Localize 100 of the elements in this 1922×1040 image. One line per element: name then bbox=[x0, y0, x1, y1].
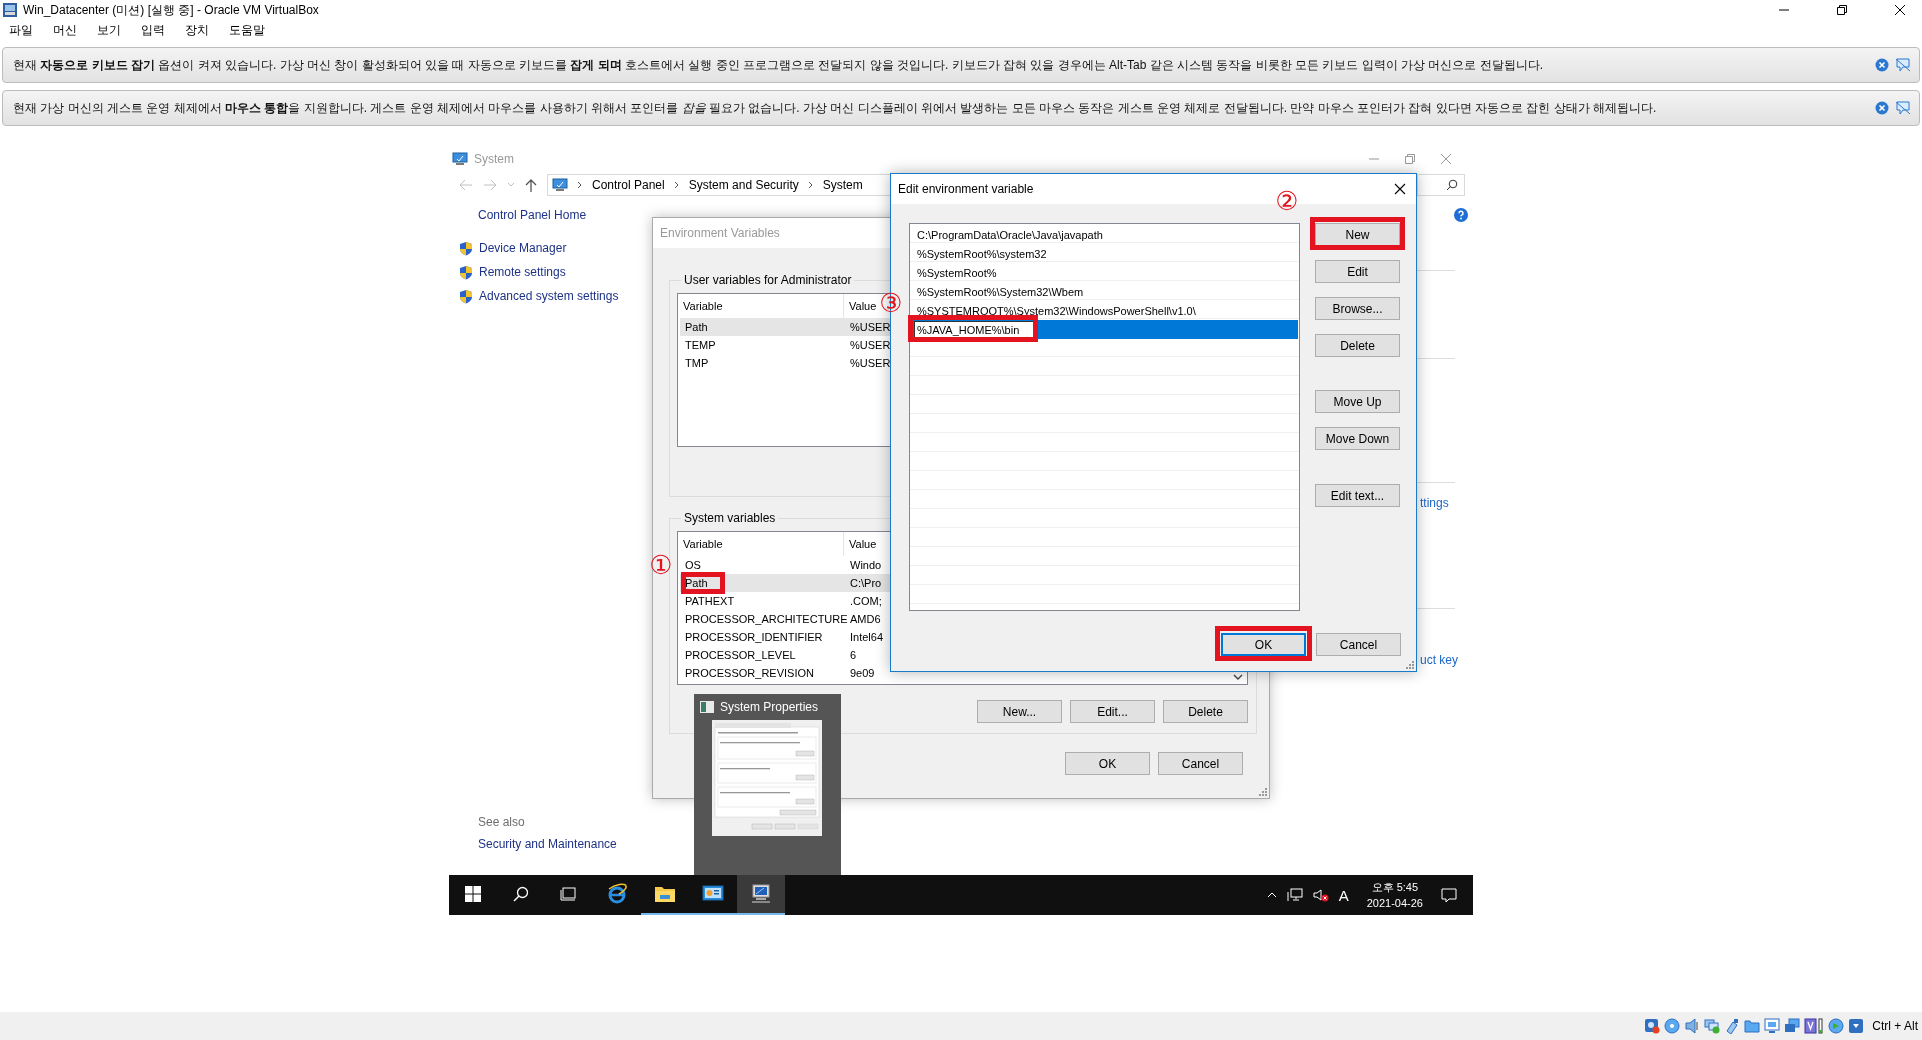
menu-item[interactable]: 도움말 bbox=[229, 21, 265, 39]
input-mode-indicator[interactable]: A bbox=[1338, 886, 1349, 904]
speaker-icon[interactable] bbox=[1684, 1018, 1701, 1034]
dialog-button[interactable]: Browse... bbox=[1315, 297, 1400, 320]
variable-value: 9e09 bbox=[849, 667, 875, 679]
chevron-right-icon bbox=[807, 181, 814, 189]
chevron-up-icon[interactable] bbox=[1266, 892, 1277, 898]
resize-grip-icon[interactable] bbox=[1406, 661, 1414, 669]
up-arrow-icon[interactable] bbox=[525, 178, 537, 192]
close-icon[interactable] bbox=[1875, 58, 1889, 72]
variable-name: TEMP bbox=[685, 339, 716, 351]
preview-title: System Properties bbox=[720, 700, 819, 714]
task-link[interactable]: Remote settings bbox=[479, 265, 566, 279]
monitor-icon bbox=[552, 178, 568, 192]
variable-name: PROCESSOR_REVISION bbox=[685, 667, 814, 679]
menu-item[interactable]: 보기 bbox=[97, 21, 121, 39]
task-link[interactable]: Device Manager bbox=[479, 241, 567, 255]
path-entry[interactable]: %SYSTEMROOT%\System32\WindowsPowerShell\v1.0\ bbox=[917, 304, 1196, 317]
dialog-button[interactable]: Edit text... bbox=[1315, 484, 1400, 507]
scroll-down-icon[interactable] bbox=[1232, 672, 1244, 682]
dialog-button[interactable]: OK bbox=[1065, 752, 1150, 775]
search-icon bbox=[513, 886, 529, 902]
path-entry[interactable]: %SystemRoot%\system32 bbox=[917, 247, 1047, 260]
settings-link[interactable]: ttings bbox=[1420, 496, 1449, 510]
taskbar-app-button[interactable] bbox=[737, 875, 785, 915]
group-label: User variables for Administrator bbox=[683, 273, 853, 287]
window-title: System bbox=[474, 152, 514, 166]
see-also-link[interactable]: Security and Maintenance bbox=[478, 837, 617, 851]
folder-icon[interactable] bbox=[1744, 1018, 1761, 1034]
window-preview[interactable]: System Properties bbox=[694, 694, 841, 875]
dialog-button[interactable]: Edit bbox=[1315, 260, 1400, 283]
home-link[interactable]: Control Panel Home bbox=[478, 208, 759, 222]
variable-value: C:\Pro bbox=[849, 577, 882, 589]
close-icon[interactable] bbox=[1875, 101, 1889, 115]
dialog-button[interactable]: Cancel bbox=[1158, 752, 1243, 775]
variable-name: PROCESSOR_IDENTIFIER bbox=[685, 631, 823, 643]
close-button[interactable] bbox=[1394, 183, 1406, 195]
chip-icon[interactable] bbox=[1804, 1018, 1825, 1034]
column-header[interactable]: Variable bbox=[678, 532, 844, 556]
pointer-icon[interactable] bbox=[1895, 101, 1911, 115]
clock-date: 2021-04-26 bbox=[1366, 896, 1423, 911]
path-entry[interactable]: %SystemRoot% bbox=[917, 266, 997, 279]
column-header[interactable]: Value bbox=[844, 300, 877, 312]
shield-icon bbox=[459, 264, 473, 280]
step-number: ① bbox=[648, 551, 674, 579]
shield-icon bbox=[459, 288, 473, 304]
dialog-button[interactable]: Edit... bbox=[1070, 700, 1155, 723]
resize-grip-icon[interactable] bbox=[1259, 788, 1267, 796]
dialog-title: Environment Variables bbox=[660, 226, 780, 240]
breadcrumb-item[interactable]: System and Security bbox=[688, 178, 799, 192]
menu-item[interactable]: 입력 bbox=[141, 21, 165, 39]
path-entry[interactable]: %SystemRoot%\System32\Wbem bbox=[917, 285, 1084, 298]
chevron-right-icon bbox=[673, 181, 680, 189]
variable-name: Path bbox=[685, 321, 708, 333]
breadcrumb-item[interactable]: Control Panel bbox=[592, 178, 665, 192]
variable-name: PROCESSOR_ARCHITECTURE bbox=[685, 613, 848, 625]
variable-name: TMP bbox=[685, 357, 709, 369]
variable-value: .COM; bbox=[849, 595, 882, 607]
menu-item[interactable]: 파일 bbox=[9, 21, 33, 39]
dialog-button[interactable]: Delete bbox=[1163, 700, 1248, 723]
dialog-button[interactable]: Cancel bbox=[1316, 633, 1401, 656]
dialog-button[interactable]: Move Up bbox=[1315, 390, 1400, 413]
network-icon[interactable] bbox=[1286, 888, 1303, 902]
search-field[interactable] bbox=[1417, 174, 1465, 196]
menu-item[interactable]: 장치 bbox=[185, 21, 209, 39]
chevron-right-icon bbox=[577, 181, 583, 189]
notice-text: 현재 가상 머신의 게스트 운영 체제에서 마우스 통합을 지원합니다. 게스트 운영 체제에서 마우스를 사용하기 위해서 포인터를 잡을 필요가 없습니다. 가상 머신 디스플레이 위에서 발생하는 모든 마우스 동작은 게스트 운영 체제로 전달됩니다. 만약 마우스 포인터가 잡혀 있다면 자동으로 잡힌 상태가 해제됩니다. bbox=[13, 99, 1658, 117]
variable-value: %USER bbox=[849, 321, 891, 333]
globe-icon[interactable] bbox=[1828, 1018, 1845, 1034]
step-number: ② bbox=[1274, 187, 1300, 215]
pointer-icon[interactable] bbox=[1895, 58, 1911, 72]
dialog-button[interactable]: Delete bbox=[1315, 334, 1400, 357]
restore-button[interactable] bbox=[1836, 4, 1848, 16]
search-icon bbox=[1446, 179, 1458, 191]
notification-icon[interactable] bbox=[1441, 887, 1457, 903]
column-header[interactable]: Value bbox=[844, 538, 877, 550]
close-button[interactable] bbox=[1894, 4, 1906, 16]
dialog-button[interactable]: New bbox=[1315, 223, 1400, 246]
highlight-frame bbox=[681, 572, 725, 594]
dialog-button[interactable]: New... bbox=[977, 700, 1062, 723]
variable-value: 6 bbox=[849, 649, 857, 661]
dialog-button[interactable]: OK bbox=[1221, 633, 1306, 656]
window-title: Win_Datacenter (미션) [실행 중] - Oracle VM VirtualBox bbox=[23, 1, 319, 19]
task-link[interactable]: Advanced system settings bbox=[479, 289, 619, 303]
path-entry[interactable]: C:\ProgramData\Oracle\Java\javapath bbox=[917, 228, 1103, 241]
menu-item[interactable]: 머신 bbox=[53, 21, 77, 39]
windows-icon[interactable] bbox=[1784, 1018, 1801, 1034]
clock[interactable]: 오후 5:45 2021-04-26 bbox=[1366, 879, 1423, 911]
volume-muted-icon[interactable] bbox=[1312, 888, 1329, 902]
help-icon[interactable] bbox=[1454, 208, 1468, 222]
display-icon[interactable] bbox=[1764, 1018, 1781, 1034]
browser-icon bbox=[606, 883, 628, 905]
optical-disc-icon[interactable] bbox=[1664, 1018, 1681, 1034]
usb-icon[interactable] bbox=[1724, 1018, 1741, 1034]
breadcrumb-item[interactable]: System bbox=[822, 178, 863, 192]
variable-name: OS bbox=[685, 559, 701, 571]
variable-value: %USER bbox=[849, 357, 891, 369]
host-key-label: Ctrl + Alt bbox=[1872, 1019, 1918, 1033]
product-key-link[interactable]: uct key bbox=[1420, 653, 1458, 667]
dialog-button[interactable]: Move Down bbox=[1315, 427, 1400, 450]
